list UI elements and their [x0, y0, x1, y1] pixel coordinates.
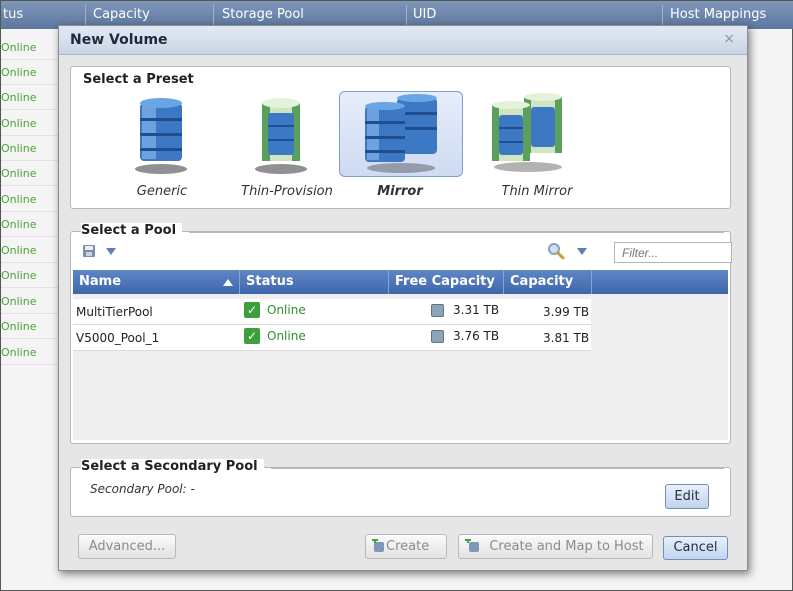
bg-row[interactable]: Online — [1, 110, 60, 136]
search-icon[interactable] — [547, 242, 565, 260]
filter-input[interactable] — [614, 242, 732, 263]
bg-col-status[interactable]: tus — [3, 7, 23, 22]
column-header-status[interactable]: Status — [240, 270, 389, 294]
pool-status: Online — [267, 303, 306, 317]
table-row[interactable]: MultiTierPool ✓ Online 3.31 TB 3.99 TB — [73, 299, 591, 325]
bg-row-status: Online — [1, 269, 37, 282]
create-and-map-label: Create and Map to Host — [489, 539, 644, 554]
database-icon — [135, 98, 187, 174]
pool-free-capacity: 3.31 TB — [453, 303, 500, 317]
bg-col-capacity[interactable]: Capacity — [93, 7, 150, 22]
bg-row-status: Online — [1, 167, 37, 180]
close-icon[interactable]: × — [723, 31, 735, 47]
bg-row-status: Online — [1, 66, 37, 79]
preset-label-mirror: Mirror — [377, 184, 423, 199]
edit-button[interactable]: Edit — [665, 484, 709, 509]
bg-row[interactable]: Online — [1, 59, 60, 85]
bg-row-status: Online — [1, 244, 37, 257]
bg-col-uid[interactable]: UID — [413, 7, 436, 22]
create-button[interactable]: Create — [365, 534, 447, 559]
bg-row[interactable]: Online — [1, 237, 60, 263]
thin-mirror-database-icon — [492, 93, 562, 172]
bg-row-status: Online — [1, 193, 37, 206]
table-row[interactable]: V5000_Pool_1 ✓ Online 3.76 TB 3.81 TB — [73, 325, 591, 351]
bg-row[interactable]: Online — [1, 339, 60, 365]
bg-row-status: Online — [1, 320, 37, 333]
dialog-title: New Volume — [70, 32, 168, 48]
chevron-down-icon[interactable] — [577, 248, 587, 256]
check-icon: ✓ — [244, 328, 260, 344]
advanced-button[interactable]: Advanced... — [78, 534, 176, 559]
preset-thin-mirror[interactable] — [474, 91, 596, 175]
dialog-titlebar[interactable]: New Volume × — [59, 26, 747, 55]
column-header-free-capacity[interactable]: Free Capacity — [389, 270, 504, 294]
create-and-map-button[interactable]: Create and Map to Host — [458, 534, 653, 559]
bg-row[interactable]: Online — [1, 313, 60, 339]
preset-heading: Select a Preset — [83, 72, 200, 87]
pool-free-capacity: 3.76 TB — [453, 329, 500, 343]
secondary-pool-heading: Select a Secondary Pool — [81, 459, 264, 474]
pool-capacity: 3.99 TB — [543, 305, 590, 319]
pool-table: Name Status Free Capacity Capacity Multi… — [73, 270, 728, 440]
bg-row[interactable]: Online — [1, 84, 60, 110]
storage-icon — [431, 330, 444, 343]
bg-row[interactable]: Online — [1, 160, 60, 186]
bg-row[interactable]: Online — [1, 262, 60, 288]
pool-name: MultiTierPool — [76, 305, 153, 319]
thin-database-icon — [255, 98, 307, 174]
pool-table-header: Name Status Free Capacity Capacity — [73, 270, 728, 294]
bg-row-status: Online — [1, 142, 37, 155]
column-header-capacity[interactable]: Capacity — [504, 270, 592, 294]
mirror-database-icon — [365, 94, 437, 173]
bg-col-host-mappings[interactable]: Host Mappings — [670, 7, 766, 22]
bg-row-status: Online — [1, 295, 37, 308]
bg-row-status: Online — [1, 346, 37, 359]
bg-col-storage-pool[interactable]: Storage Pool — [222, 7, 304, 22]
bg-row[interactable]: Online — [1, 211, 60, 237]
bg-row[interactable]: Online — [1, 135, 60, 161]
bg-row-status: Online — [1, 117, 37, 130]
column-name-label: Name — [79, 274, 122, 289]
new-volume-dialog: New Volume × Select a Preset Generic Thi… — [58, 25, 748, 571]
preset-mirror[interactable] — [339, 91, 463, 177]
preset-panel: Select a Preset Generic Thin-Provision M… — [70, 66, 731, 209]
pool-capacity: 3.81 TB — [543, 331, 590, 345]
bg-row[interactable]: Online — [1, 34, 60, 60]
preset-label-thin-mirror: Thin Mirror — [501, 184, 573, 199]
secondary-pool-panel: Select a Secondary Pool Secondary Pool: … — [70, 459, 731, 517]
secondary-pool-label: Secondary Pool: - — [90, 482, 195, 496]
bg-row-status: Online — [1, 218, 37, 231]
storage-icon — [431, 304, 444, 317]
bg-row[interactable]: Online — [1, 288, 60, 314]
pool-status: Online — [267, 329, 306, 343]
check-icon: ✓ — [244, 302, 260, 318]
preset-label-generic: Generic — [136, 184, 188, 199]
create-volume-icon — [372, 539, 384, 552]
preset-thin-provision[interactable] — [226, 91, 348, 175]
map-to-host-icon — [465, 539, 479, 552]
column-header-name[interactable]: Name — [73, 270, 240, 294]
bg-row-status: Online — [1, 91, 37, 104]
pool-heading: Select a Pool — [81, 223, 183, 238]
pool-name: V5000_Pool_1 — [76, 331, 160, 345]
cancel-button[interactable]: Cancel — [663, 536, 728, 560]
bg-row-status: Online — [1, 41, 37, 54]
sort-ascending-icon — [223, 279, 233, 286]
save-icon[interactable] — [82, 244, 96, 258]
chevron-down-icon[interactable] — [106, 248, 116, 256]
create-button-label: Create — [386, 539, 430, 554]
pool-panel: Select a Pool Name Status Free Capaci — [70, 223, 732, 444]
bg-row[interactable]: Online — [1, 186, 60, 212]
preset-generic[interactable] — [101, 91, 223, 175]
